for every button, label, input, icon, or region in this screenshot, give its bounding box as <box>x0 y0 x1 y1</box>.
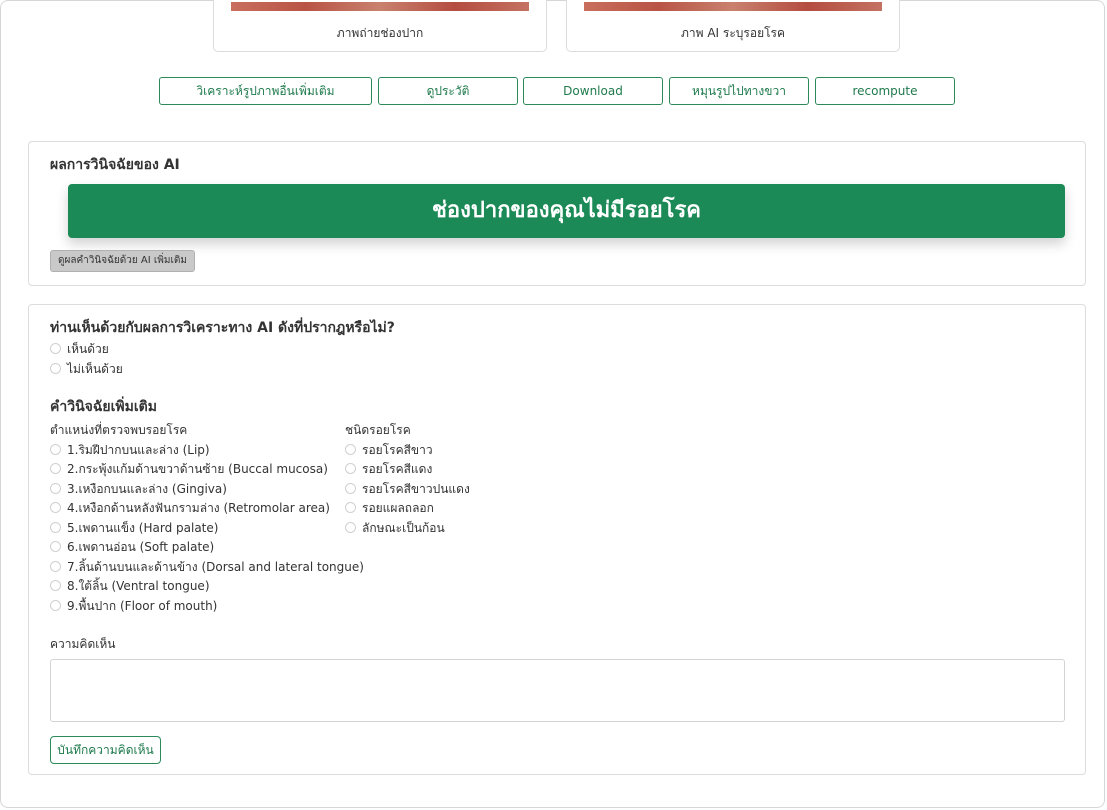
type-option[interactable]: รอยโรคสีขาว <box>345 442 433 458</box>
checkbox[interactable] <box>50 502 61 513</box>
comment-textarea[interactable] <box>50 659 1065 722</box>
checkbox[interactable] <box>345 483 356 494</box>
checkbox[interactable] <box>50 522 61 533</box>
disagree-option[interactable]: ไม่เห็นด้วย <box>50 361 123 377</box>
checkbox[interactable] <box>50 561 61 572</box>
ai-image-card: ภาพ AI ระบุรอยโรค <box>566 0 900 52</box>
oral-photo-caption: ภาพถ่ายช่องปาก <box>336 26 424 40</box>
ai-result-title: ผลการวินิจฉัยของ AI <box>50 157 180 173</box>
location-option[interactable]: 2.กระพุ้งแก้มด้านขวาด้านซ้าย (Buccal muc… <box>50 461 328 477</box>
type-header: ชนิดรอยโรค <box>345 423 411 437</box>
history-button[interactable]: ดูประวัติ <box>378 77 518 105</box>
agree-question: ท่านเห็นด้วยกับผลการวิเคราะทาง AI ดังที่… <box>50 320 395 336</box>
location-option[interactable]: 7.ลิ้นด้านบนและด้านข้าง (Dorsal and late… <box>50 559 364 575</box>
checkbox[interactable] <box>50 463 61 474</box>
download-button[interactable]: Download <box>523 77 663 105</box>
type-option[interactable]: รอยโรคสีแดง <box>345 461 432 477</box>
location-option[interactable]: 5.เพดานแข็ง (Hard palate) <box>50 520 218 536</box>
location-header: ตำแหน่งที่ตรวจพบรอยโรค <box>50 423 188 437</box>
checkbox[interactable] <box>50 600 61 611</box>
checkbox[interactable] <box>345 444 356 455</box>
radio-button[interactable] <box>50 363 61 374</box>
app-window: ภาพถ่ายช่องปาก ภาพ AI ระบุรอยโรค วิเคราะ… <box>0 0 1105 808</box>
ai-result-panel: ผลการวินิจฉัยของ AI ช่องปากของคุณไม่มีรอ… <box>28 141 1086 286</box>
extra-diagnosis-title: คำวินิจฉัยเพิ่มเติม <box>50 399 157 415</box>
location-option[interactable]: 8.ใต้ลิ้น (Ventral tongue) <box>50 578 210 594</box>
checkbox[interactable] <box>345 463 356 474</box>
location-option[interactable]: 6.เพดานอ่อน (Soft palate) <box>50 539 214 555</box>
type-option[interactable]: ลักษณะเป็นก้อน <box>345 520 445 536</box>
ai-result-banner: ช่องปากของคุณไม่มีรอยโรค <box>68 184 1065 238</box>
location-option[interactable]: 3.เหงือกบนและล่าง (Gingiva) <box>50 481 227 497</box>
checkbox[interactable] <box>50 483 61 494</box>
type-option[interactable]: รอยแผลถลอก <box>345 500 434 516</box>
type-option[interactable]: รอยโรคสีขาวปนแดง <box>345 481 470 497</box>
feedback-panel: ท่านเห็นด้วยกับผลการวิเคราะทาง AI ดังที่… <box>28 304 1086 775</box>
oral-photo-card: ภาพถ่ายช่องปาก <box>213 0 547 52</box>
agree-option[interactable]: เห็นด้วย <box>50 341 109 357</box>
location-option[interactable]: 1.ริมฝีปากบนและล่าง (Lip) <box>50 442 210 458</box>
radio-button[interactable] <box>50 343 61 354</box>
rotate-right-button[interactable]: หมุนรูปไปทางขวา <box>669 77 809 105</box>
location-option[interactable]: 4.เหงือกด้านหลังฟันกรามล่าง (Retromolar … <box>50 500 330 516</box>
ai-lesion-image <box>584 2 882 11</box>
location-option[interactable]: 9.พื้นปาก (Floor of mouth) <box>50 598 217 614</box>
oral-photo-image <box>231 2 529 11</box>
checkbox[interactable] <box>50 541 61 552</box>
analyze-more-button[interactable]: วิเคราะห์รูปภาพอื่นเพิ่มเติม <box>159 77 372 105</box>
more-ai-result-button[interactable]: ดูผลคำวินิจฉัยด้วย AI เพิ่มเติม <box>50 250 195 272</box>
recompute-button[interactable]: recompute <box>815 77 955 105</box>
ai-image-caption: ภาพ AI ระบุรอยโรค <box>680 26 786 40</box>
comment-label: ความคิดเห็น <box>50 637 116 651</box>
checkbox[interactable] <box>50 580 61 591</box>
checkbox[interactable] <box>345 502 356 513</box>
checkbox[interactable] <box>345 522 356 533</box>
checkbox[interactable] <box>50 444 61 455</box>
save-comment-button[interactable]: บันทึกความคิดเห็น <box>50 736 161 764</box>
